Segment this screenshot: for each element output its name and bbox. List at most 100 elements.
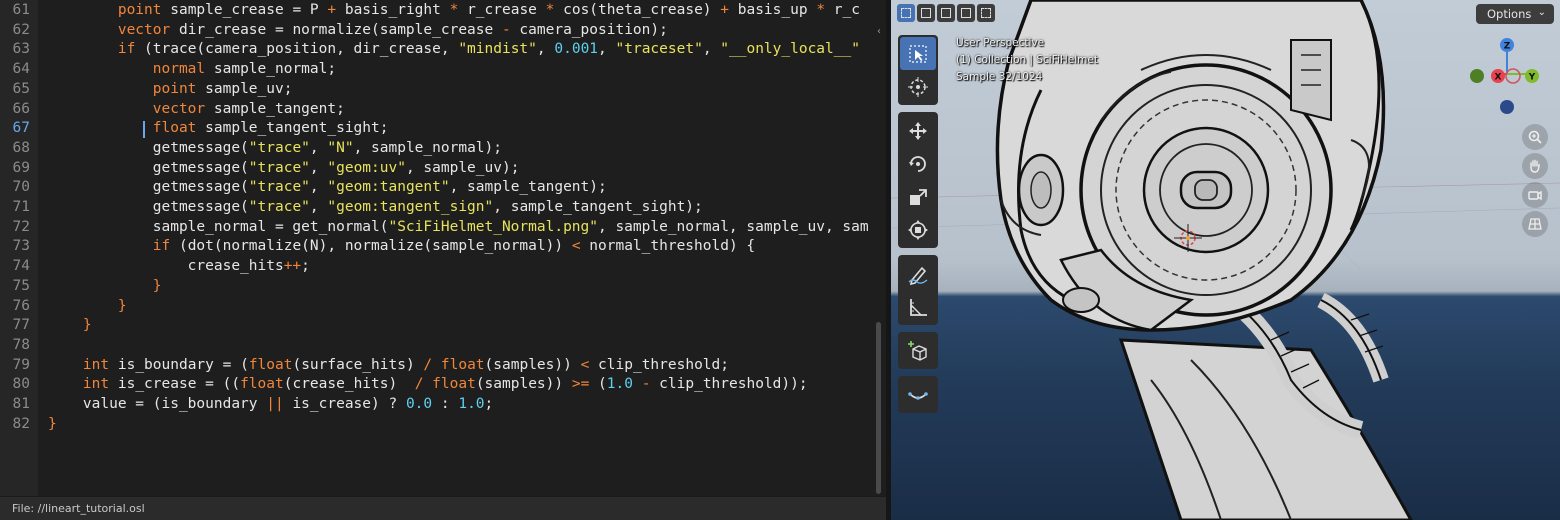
code-token: + xyxy=(720,2,729,18)
neg-z-axis-handle[interactable] xyxy=(1500,100,1514,114)
shear-icon[interactable] xyxy=(900,378,936,411)
line-number: 81 xyxy=(12,396,30,412)
code-line[interactable]: getmessage("trace", "geom:uv", sample_uv… xyxy=(48,159,520,179)
select-intersect-icon[interactable] xyxy=(977,4,995,22)
code-token: * xyxy=(816,2,826,18)
code-line[interactable]: vector sample_tangent; xyxy=(48,100,345,120)
zoom-icon[interactable] xyxy=(1522,124,1548,150)
annotate-icon[interactable] xyxy=(900,257,936,290)
transform-icon[interactable] xyxy=(900,213,936,246)
code-line[interactable]: sample_normal = get_normal("SciFiHelmet_… xyxy=(48,218,869,238)
code-token: , sample_normal, sample_uv, sam xyxy=(597,218,869,235)
code-line[interactable]: getmessage("trace", "geom:tangent", samp… xyxy=(48,178,607,198)
tool-shelf xyxy=(898,35,938,420)
code-line[interactable]: getmessage("trace", "geom:tangent_sign",… xyxy=(48,198,703,218)
line-number: 62 xyxy=(12,21,30,38)
measure-icon[interactable] xyxy=(900,290,936,323)
code-token: getmessage( xyxy=(48,179,249,196)
rotate-icon[interactable] xyxy=(900,147,936,180)
camera-view-icon[interactable] xyxy=(1522,182,1548,208)
code-token: , sample_normal); xyxy=(353,139,502,156)
code-token: 1.0 xyxy=(606,376,633,393)
code-token: "mindist" xyxy=(458,41,537,58)
line-number: 61 xyxy=(12,2,30,18)
code-line[interactable]: normal sample_normal; xyxy=(48,60,336,80)
line-number: 64 xyxy=(12,61,30,78)
code-token: (trace(camera_position, dir_crease, xyxy=(135,41,459,58)
select-subtract-icon[interactable] xyxy=(937,4,955,22)
code-token: camera_position); xyxy=(510,21,668,38)
code-token: } xyxy=(48,415,57,432)
scrollbar-thumb[interactable] xyxy=(876,322,881,494)
code-token: "trace" xyxy=(248,159,310,176)
line-number: 73 xyxy=(12,238,30,255)
code-line[interactable]: getmessage("trace", "N", sample_normal); xyxy=(48,139,502,159)
code-token: 0.001 xyxy=(554,41,599,58)
code-token: float xyxy=(152,120,197,137)
code-line[interactable]: value = (is_boundary || is_crease) ? 0.0… xyxy=(48,395,493,415)
code-line[interactable]: int is_boundary = (float(surface_hits) /… xyxy=(48,356,729,376)
select-new-icon[interactable] xyxy=(897,4,915,22)
select-box-icon[interactable] xyxy=(900,37,936,70)
code-line[interactable]: if (dot(normalize(N), normalize(sample_n… xyxy=(48,237,755,257)
code-token: ; xyxy=(484,396,494,412)
code-line[interactable]: float sample_tangent_sight; xyxy=(48,119,389,139)
code-token: int xyxy=(82,376,110,393)
editor-scrollbar[interactable] xyxy=(874,20,883,494)
sample-count-label: Sample 32/1024 xyxy=(956,71,1043,83)
code-line[interactable]: point sample_crease = P + basis_right * … xyxy=(48,1,860,21)
code-token: < xyxy=(580,356,590,373)
code-line[interactable]: } xyxy=(48,316,92,336)
code-line[interactable]: point sample_uv; xyxy=(48,80,293,100)
code-line[interactable]: } xyxy=(48,277,162,297)
code-line[interactable]: } xyxy=(48,297,127,317)
code-token: sample_uv; xyxy=(196,80,293,97)
code-token: "geom:uv" xyxy=(327,159,406,176)
code-token: is_crease = (( xyxy=(109,376,241,393)
3d-viewport[interactable]: Options ⌄ User Perspective (1) Collectio… xyxy=(891,0,1560,520)
code-token: point xyxy=(117,2,162,18)
code-token: } xyxy=(48,277,162,294)
scale-icon[interactable] xyxy=(900,180,936,213)
select-difference-icon[interactable] xyxy=(957,4,975,22)
code-line[interactable]: } xyxy=(48,415,57,435)
code-line[interactable]: crease_hits++; xyxy=(48,257,310,277)
perspective-grid-icon[interactable] xyxy=(1522,211,1548,237)
code-line[interactable]: int is_crease = ((float(crease_hits) / f… xyxy=(48,375,808,395)
z-axis-label: Z xyxy=(1504,42,1511,52)
text-editor[interactable]: 61 62 63 64 65 66 67 68 69 70 71 72 73 74 75 76 77 78 79 80… xyxy=(0,0,886,520)
view-name-label: User Perspective xyxy=(956,37,1045,49)
code-token: , sample_tangent_sight); xyxy=(493,199,703,215)
text-cursor xyxy=(143,121,145,138)
code-token: float xyxy=(240,376,284,393)
code-line[interactable]: if (trace(camera_position, dir_crease, "… xyxy=(48,40,860,60)
selection-mode-group xyxy=(897,4,995,22)
code-token: , xyxy=(309,159,328,176)
move-icon[interactable] xyxy=(900,114,936,147)
file-path-label: File: //lineart_tutorial.osl xyxy=(12,502,145,515)
code-line[interactable]: vector dir_crease = normalize(sample_cre… xyxy=(48,21,668,41)
options-dropdown[interactable]: Options ⌄ xyxy=(1476,4,1554,24)
select-extend-icon[interactable] xyxy=(917,4,935,22)
add-cube-icon[interactable] xyxy=(900,334,936,367)
code-token: point xyxy=(152,80,197,97)
code-token: vector xyxy=(117,21,171,38)
cursor-icon[interactable] xyxy=(900,70,936,103)
y-axis-label: Y xyxy=(1528,73,1536,83)
navigation-gizmo[interactable]: Z X Y xyxy=(1465,32,1555,122)
neg-x-axis-handle[interactable] xyxy=(1505,68,1521,84)
code-token: "trace" xyxy=(248,179,310,196)
code-token: + xyxy=(327,2,337,18)
code-token: ++ xyxy=(283,258,302,275)
code-area[interactable]: point sample_crease = P + basis_right * … xyxy=(48,0,876,496)
line-number: 65 xyxy=(12,80,30,97)
pan-hand-icon[interactable] xyxy=(1522,153,1548,179)
neg-y-axis-handle[interactable] xyxy=(1470,69,1484,83)
code-token: , sample_uv); xyxy=(405,159,520,176)
code-token: float xyxy=(440,356,485,373)
code-token: 1.0 xyxy=(458,396,485,412)
